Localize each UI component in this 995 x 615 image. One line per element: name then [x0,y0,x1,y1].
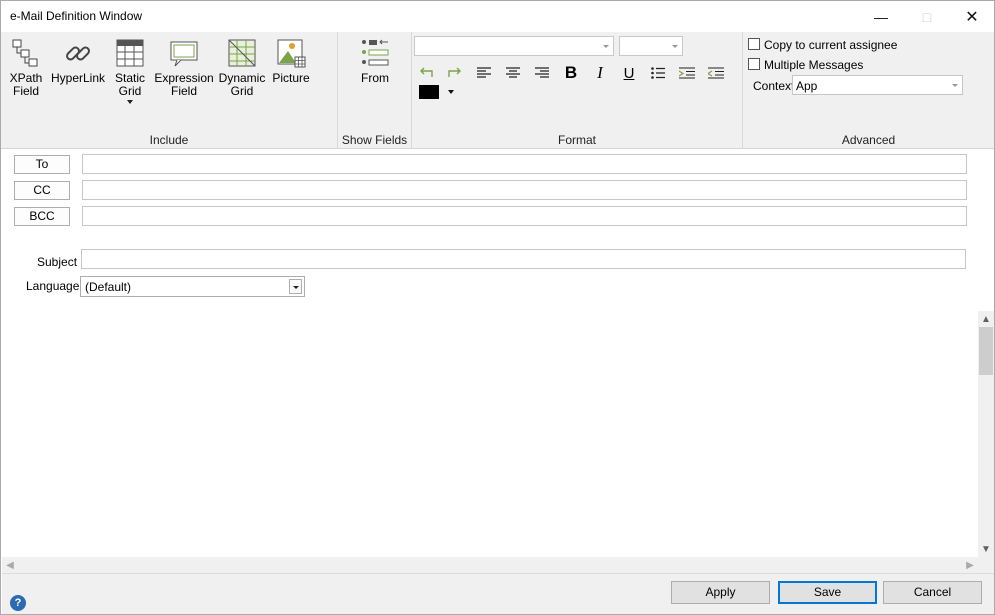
scroll-up-icon[interactable]: ▲ [978,311,994,327]
language-dropdown-icon[interactable] [289,279,302,294]
font-name-combo[interactable] [414,36,614,56]
font-color-dropdown-icon[interactable] [448,90,454,94]
undo-icon [420,67,433,77]
format-group: B I U Format [412,32,743,149]
picture-label: Picture [272,71,310,85]
vertical-scroll-thumb[interactable] [979,327,993,375]
font-color-swatch[interactable] [419,85,439,99]
cc-field[interactable] [82,180,967,200]
align-center-icon [506,67,520,78]
static-grid-button[interactable]: Static Grid [110,38,150,104]
bold-icon: B [564,63,578,82]
static-grid-icon [116,39,144,67]
xpath-field-button[interactable]: XPath Field [5,38,47,98]
align-left-icon [477,67,491,78]
save-button[interactable]: Save [778,581,877,604]
cancel-button[interactable]: Cancel [883,581,982,604]
from-button[interactable]: From [352,38,398,85]
copy-to-assignee-label: Copy to current assignee [764,38,898,52]
email-definition-window: e-Mail Definition Window — □ ✕ XPath Fie… [0,0,995,615]
cc-button[interactable]: CC [14,181,70,200]
apply-button[interactable]: Apply [671,581,770,604]
outdent-button[interactable] [706,63,726,83]
align-right-button[interactable] [532,63,552,83]
footer: ? Apply Save Cancel [2,573,994,614]
scroll-left-icon[interactable]: ◀ [2,557,18,573]
close-button[interactable]: ✕ [949,1,995,32]
advanced-group-label: Advanced [841,133,896,147]
scrollbar-corner [978,557,994,573]
bullet-list-icon [651,67,665,79]
scroll-down-icon[interactable]: ▼ [978,541,994,557]
underline-button[interactable]: U [619,63,639,83]
redo-button[interactable] [445,63,465,83]
xpath-field-label: XPath Field [9,71,43,98]
link-icon [66,46,90,61]
help-icon[interactable]: ? [10,595,26,611]
title-bar: e-Mail Definition Window — □ ✕ [1,1,994,32]
static-grid-label: Static Grid [114,71,145,98]
expression-field-label: Expression Field [154,71,214,98]
font-size-dropdown-icon[interactable] [672,45,678,48]
italic-icon: I [597,63,603,82]
xpath-tree-icon [12,39,38,67]
font-size-combo[interactable] [619,36,683,56]
bcc-button[interactable]: BCC [14,207,70,226]
bold-button[interactable]: B [561,63,581,83]
subject-label: Subject [37,255,78,269]
scroll-right-icon[interactable]: ▶ [962,557,978,573]
context-combo[interactable]: App [792,75,963,95]
align-center-button[interactable] [503,63,523,83]
undo-button[interactable] [416,63,436,83]
window-title: e-Mail Definition Window [10,9,143,23]
picture-button[interactable]: Picture [269,38,313,85]
language-select[interactable]: (Default) [80,276,305,297]
language-label: Language: [26,279,83,293]
bcc-field[interactable] [82,206,967,226]
align-right-icon [535,67,549,78]
italic-button[interactable]: I [590,63,610,83]
minimize-button[interactable]: — [858,1,904,32]
show-fields-icon [362,39,389,66]
context-value: App [796,79,818,93]
show-fields-group-label: Show Fields [341,133,408,147]
copy-to-assignee-checkbox[interactable] [748,38,760,50]
align-left-button[interactable] [474,63,494,83]
dynamic-grid-label: Dynamic Grid [218,71,266,98]
from-label: From [361,71,389,85]
multiple-messages-checkbox[interactable] [748,58,760,70]
vertical-scrollbar[interactable]: ▲ ▼ [978,311,994,557]
to-field[interactable] [82,154,967,174]
include-group-label: Include [149,133,189,147]
language-value: (Default) [85,280,132,294]
ribbon: XPath Field HyperLink Static Grid Expres… [1,32,994,149]
indent-icon [679,67,695,79]
indent-button[interactable] [677,63,697,83]
to-button[interactable]: To [14,155,70,174]
outdent-icon [708,67,724,79]
multiple-messages-label: Multiple Messages [764,58,864,72]
horizontal-scrollbar[interactable]: ◀ ▶ [2,557,978,573]
include-group: XPath Field HyperLink Static Grid Expres… [1,32,338,149]
redo-icon [448,67,461,77]
maximize-button[interactable]: □ [904,1,950,32]
bullet-list-button[interactable] [648,63,668,83]
hyperlink-label: HyperLink [51,71,106,85]
picture-icon [277,39,306,68]
context-label: Context [753,79,795,93]
underline-icon: U [623,64,635,82]
expression-field-icon [170,41,198,67]
dynamic-grid-button[interactable]: Dynamic Grid [218,38,266,98]
show-fields-group: From Show Fields [338,32,412,149]
format-group-label: Format [557,133,596,147]
hyperlink-button[interactable]: HyperLink [51,38,105,85]
dynamic-grid-icon [228,39,256,67]
context-dropdown-icon[interactable] [952,84,958,87]
static-grid-dropdown-icon[interactable] [127,100,133,104]
font-name-dropdown-icon[interactable] [603,45,609,48]
expression-field-button[interactable]: Expression Field [153,38,215,98]
subject-field[interactable] [81,249,966,269]
